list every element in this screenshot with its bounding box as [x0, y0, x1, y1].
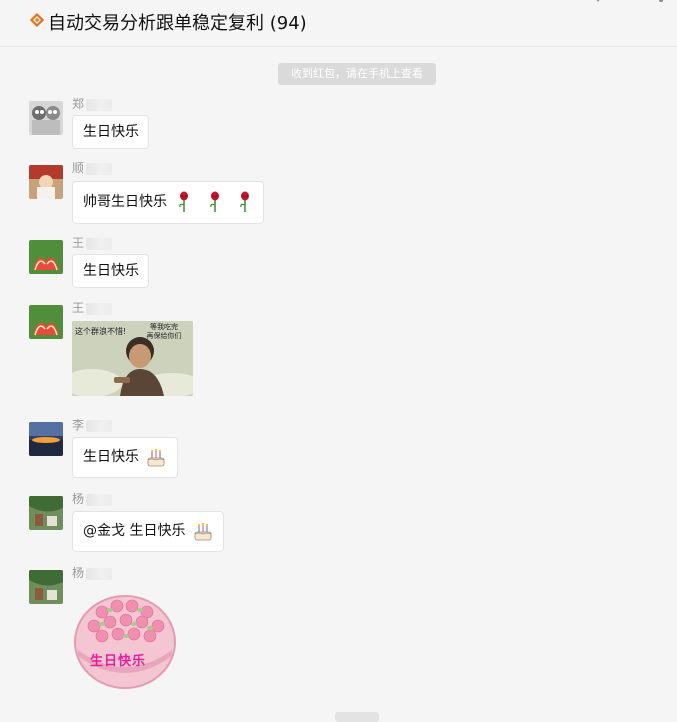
red-packet-notice: 收到红包，请在手机上查看 — [278, 63, 436, 85]
message-text: 生日快乐 — [83, 449, 139, 465]
sticker-text: 生日快乐 — [90, 654, 147, 669]
avatar-icon — [29, 165, 63, 199]
image-caption: 等我吃完 再保给你们 — [146, 323, 182, 340]
avatar[interactable] — [29, 240, 63, 274]
sender-name-redacted — [86, 493, 113, 506]
avatar-icon — [29, 101, 63, 135]
avatar-icon — [29, 496, 63, 530]
avatar[interactable] — [29, 305, 63, 339]
sender-name: 郑 — [72, 95, 113, 112]
message-text: @金戈 生日快乐 — [83, 523, 186, 539]
cake-sticker[interactable]: 生日快乐 — [72, 584, 178, 690]
cake-icon — [194, 523, 212, 541]
message-text: 生日快乐 — [83, 124, 139, 140]
cake-icon — [148, 449, 165, 467]
message-bubble[interactable]: 生日快乐 — [72, 115, 149, 149]
avatar[interactable] — [29, 496, 63, 530]
scroll-indicator[interactable] — [335, 712, 379, 722]
image-message[interactable]: 这个群浪不惜! 等我吃完 再保给你们 — [72, 321, 193, 396]
sender-name: 顺 — [72, 159, 113, 176]
sender-name: 杨 — [72, 564, 113, 581]
avatar[interactable] — [29, 422, 63, 456]
image-caption: 这个群浪不惜! — [75, 327, 127, 336]
message-bubble[interactable]: 生日快乐 — [72, 254, 149, 288]
avatar[interactable] — [29, 101, 63, 135]
rose-icon — [210, 191, 219, 212]
message-text: 生日快乐 — [83, 263, 139, 279]
message-bubble[interactable]: 帅哥生日快乐 — [72, 181, 264, 224]
message-text: 帅哥生日快乐 — [83, 194, 167, 210]
avatar-icon — [29, 570, 63, 604]
avatar-icon — [29, 240, 63, 274]
chat-title[interactable]: 自动交易分析跟单稳定复利 (94) — [48, 9, 307, 35]
message-bubble[interactable]: 生日快乐 — [72, 437, 178, 478]
cake-sticker-image — [74, 595, 176, 689]
avatar[interactable] — [29, 165, 63, 199]
sender-name-redacted — [86, 419, 113, 432]
sender-name-redacted — [86, 237, 113, 250]
sender-name-redacted — [86, 98, 113, 111]
rose-icon — [240, 191, 250, 212]
rose-icon — [179, 191, 189, 212]
avatar-icon — [29, 305, 63, 339]
chat-header: 自动交易分析跟单稳定复利 (94) — [0, 0, 677, 47]
more-icon[interactable] — [656, 0, 666, 4]
group-badge-icon — [30, 13, 44, 27]
sender-name-redacted — [86, 302, 113, 315]
sender-name: 王 — [72, 234, 113, 251]
sender-name: 杨 — [72, 490, 113, 507]
pin-icon[interactable] — [593, 0, 603, 4]
sender-name: 李 — [72, 416, 113, 433]
sender-name-redacted — [86, 162, 113, 175]
message-bubble[interactable]: @金戈 生日快乐 — [72, 511, 224, 552]
sender-name: 王 — [72, 299, 113, 316]
sender-name-redacted — [86, 567, 113, 580]
avatar[interactable] — [29, 570, 63, 604]
avatar-icon — [29, 422, 63, 456]
